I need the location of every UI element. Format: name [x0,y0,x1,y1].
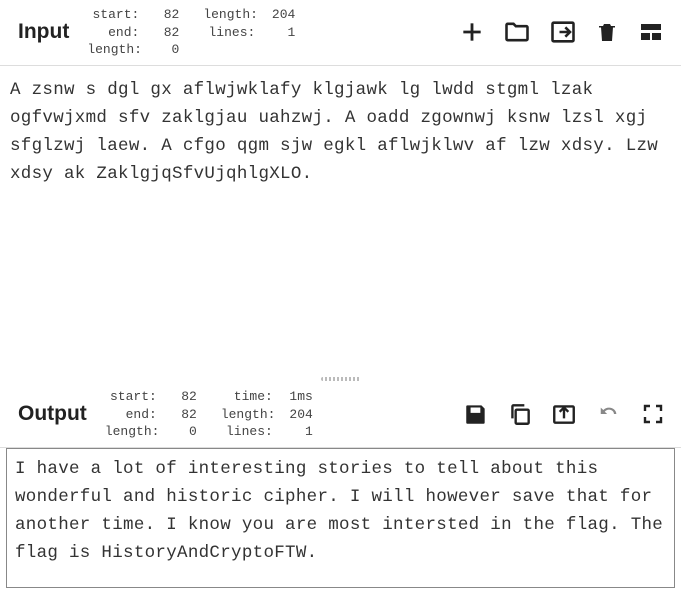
output-title: Output [10,402,105,426]
stat-value: 82 [143,24,179,42]
stat-label: length: [87,41,143,59]
stat-label: length: [203,6,259,24]
stat-label: end: [105,406,161,424]
resizer-handle-icon [321,377,361,381]
export-icon[interactable] [551,401,577,427]
stat-value: 82 [143,6,179,24]
input-panel: Input start:82 end:82 length:0 length:20… [0,0,681,375]
stat-label: start: [87,6,143,24]
folder-icon[interactable] [503,18,531,46]
stat-value: 1 [259,24,295,42]
output-panel: Output start:82 end:82 length:0 time:1ms… [0,382,681,594]
input-toolbar [459,18,671,46]
copy-icon[interactable] [507,401,533,427]
undo-icon[interactable] [595,403,623,425]
input-title: Input [10,20,87,44]
stat-label: start: [105,388,161,406]
import-icon[interactable] [549,18,577,46]
stat-value: 82 [161,388,197,406]
stat-value: 0 [161,423,197,441]
stat-label: end: [87,24,143,42]
stat-label: time: [221,388,277,406]
trash-icon[interactable] [595,19,619,45]
fullscreen-icon[interactable] [641,402,665,426]
output-text: I have a lot of interesting stories to t… [6,448,675,588]
output-toolbar [463,401,671,427]
input-stats: start:82 end:82 length:0 length:204 line… [87,6,295,59]
stat-label: length: [105,423,161,441]
stat-label: length: [221,406,277,424]
stat-value: 1ms [277,388,313,406]
add-icon[interactable] [459,19,485,45]
input-textarea[interactable]: A zsnw s dgl gx aflwjwklafy klgjawk lg l… [0,66,681,375]
output-header: Output start:82 end:82 length:0 time:1ms… [0,382,681,448]
output-stats: start:82 end:82 length:0 time:1ms length… [105,388,313,441]
stat-value: 0 [143,41,179,59]
stat-value: 1 [277,423,313,441]
stat-value: 204 [277,406,313,424]
save-icon[interactable] [463,401,489,427]
stat-label: lines: [221,423,277,441]
layout-icon[interactable] [637,20,665,44]
stat-value: 204 [259,6,295,24]
stat-label: lines: [203,24,259,42]
panel-resizer[interactable] [0,375,681,382]
stat-value: 82 [161,406,197,424]
input-header: Input start:82 end:82 length:0 length:20… [0,0,681,66]
